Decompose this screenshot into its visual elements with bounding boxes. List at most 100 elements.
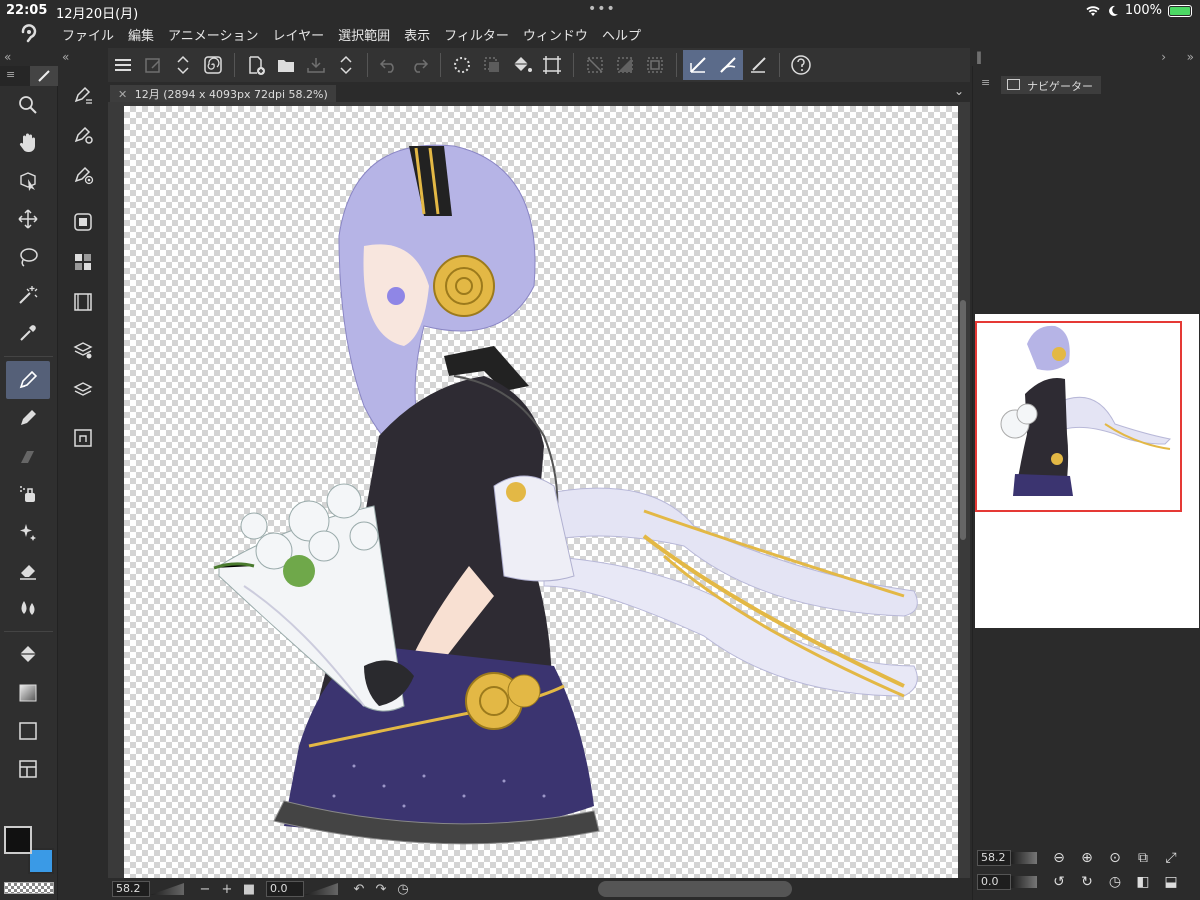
collapse-right-icon[interactable]: › xyxy=(1161,50,1166,64)
up-down-icon[interactable] xyxy=(168,50,198,80)
menu-selection[interactable]: 選択範囲 xyxy=(338,25,400,44)
menu-view[interactable]: 表示 xyxy=(404,25,440,44)
fit-screen-icon[interactable]: ⊙ xyxy=(1101,850,1129,866)
navigator-preview[interactable] xyxy=(975,314,1199,628)
pencil-tool-icon[interactable] xyxy=(6,399,50,437)
collapse-left-icon[interactable]: « xyxy=(4,50,11,64)
clip-studio-icon[interactable] xyxy=(60,418,106,458)
document-tab[interactable]: ✕ 12月 (2894 x 4093px 72dpi 58.2%) xyxy=(110,85,336,102)
zoom-value[interactable]: 58.2 xyxy=(112,881,150,897)
menu-icon[interactable] xyxy=(108,50,138,80)
spiral-icon[interactable] xyxy=(198,50,228,80)
navigator-rotation-value[interactable]: 0.0 xyxy=(977,874,1011,890)
transform-icon[interactable] xyxy=(477,50,507,80)
multitask-dots[interactable]: ••• xyxy=(588,1,616,17)
object-tool-icon[interactable] xyxy=(6,162,50,200)
fit-icon[interactable]: ■ xyxy=(238,882,260,897)
zoom-in-icon[interactable]: ⊕ xyxy=(1073,850,1101,866)
menu-filter[interactable]: フィルター xyxy=(444,25,519,44)
layer-property-icon[interactable] xyxy=(60,202,106,242)
fit-window-icon[interactable]: ⤢ xyxy=(1157,850,1185,866)
gradient-tool-icon[interactable] xyxy=(6,674,50,712)
eyedropper-icon[interactable] xyxy=(6,314,50,352)
navigator-zoom-slider[interactable] xyxy=(1011,852,1037,864)
rotate-right-icon[interactable]: ↻ xyxy=(1073,874,1101,890)
panel-grip-icon[interactable]: ‖ xyxy=(976,50,982,64)
frame-border-icon[interactable] xyxy=(6,750,50,788)
flip-horizontal-icon[interactable]: ◧ xyxy=(1129,874,1157,890)
rotation-value[interactable]: 0.0 xyxy=(266,881,304,897)
layers-icon[interactable] xyxy=(60,370,106,410)
palette-menu-icon[interactable]: ≡ xyxy=(6,68,15,81)
menu-window[interactable]: ウィンドウ xyxy=(523,25,598,44)
invert-selection-icon[interactable] xyxy=(610,50,640,80)
fill-icon[interactable] xyxy=(507,50,537,80)
navigator-rotation-slider[interactable] xyxy=(1011,876,1037,888)
zoom-out-icon[interactable]: − xyxy=(194,882,216,897)
canvas-area[interactable] xyxy=(108,102,970,878)
open-folder-icon[interactable] xyxy=(271,50,301,80)
rotate-right-icon[interactable]: ↷ xyxy=(370,882,392,897)
flip-vertical-icon[interactable]: ⬓ xyxy=(1157,874,1185,890)
pen-settings-icon[interactable] xyxy=(60,74,106,114)
artwork-canvas[interactable] xyxy=(124,106,958,878)
rotate-left-icon[interactable]: ↶ xyxy=(348,882,370,897)
brush-tool-icon[interactable] xyxy=(6,437,50,475)
actual-size-icon[interactable]: ⧉ xyxy=(1129,850,1157,866)
menu-animation[interactable]: アニメーション xyxy=(168,25,268,44)
ruler-curve-icon[interactable] xyxy=(713,50,743,80)
vertical-scrollbar[interactable] xyxy=(960,300,966,540)
menu-layer[interactable]: レイヤー xyxy=(273,25,335,44)
horizontal-scrollbar[interactable] xyxy=(598,881,792,897)
help-icon[interactable] xyxy=(786,50,816,80)
main-color-swatch[interactable] xyxy=(4,826,32,854)
panel-menu-icon[interactable]: ≡ xyxy=(981,76,990,89)
decoration-tool-icon[interactable] xyxy=(6,513,50,551)
navigator-view-frame[interactable] xyxy=(975,321,1182,512)
menu-edit[interactable]: 編集 xyxy=(128,25,164,44)
zoom-in-icon[interactable]: + xyxy=(216,882,238,897)
new-icon[interactable] xyxy=(138,50,168,80)
menu-help[interactable]: ヘルプ xyxy=(602,25,651,44)
chevron-down-icon[interactable]: ⌄ xyxy=(954,84,964,98)
figure-tool-icon[interactable] xyxy=(6,712,50,750)
pen-gear-icon[interactable] xyxy=(60,114,106,154)
rotation-slider[interactable] xyxy=(304,883,338,895)
collapse-sub-icon[interactable]: « xyxy=(62,50,69,64)
select-frame-icon[interactable] xyxy=(640,50,670,80)
airbrush-tool-icon[interactable] xyxy=(6,475,50,513)
navigator-tab[interactable]: ナビゲーター xyxy=(1001,76,1101,94)
new-file-icon[interactable] xyxy=(241,50,271,80)
lasso-tool-icon[interactable] xyxy=(6,238,50,276)
brush-tab-icon[interactable] xyxy=(30,66,58,86)
material-icon[interactable] xyxy=(60,330,106,370)
close-icon[interactable]: ✕ xyxy=(118,88,127,101)
reset-rotation-icon[interactable]: ◷ xyxy=(1101,874,1129,890)
eraser-tool-icon[interactable] xyxy=(6,551,50,589)
zoom-out-icon[interactable]: ⊖ xyxy=(1045,850,1073,866)
rotate-left-icon[interactable]: ↺ xyxy=(1045,874,1073,890)
app-logo-icon[interactable] xyxy=(0,22,58,46)
crop-icon[interactable] xyxy=(537,50,567,80)
loading-icon[interactable] xyxy=(447,50,477,80)
blend-tool-icon[interactable] xyxy=(6,589,50,627)
reset-rotation-icon[interactable]: ◷ xyxy=(392,882,414,897)
pen-target-icon[interactable] xyxy=(60,154,106,194)
ruler-snap-icon[interactable] xyxy=(683,50,713,80)
undo-icon[interactable] xyxy=(374,50,404,80)
magic-wand-icon[interactable] xyxy=(6,276,50,314)
color-set-icon[interactable] xyxy=(60,242,106,282)
navigator-zoom-value[interactable]: 58.2 xyxy=(977,850,1011,866)
move-tool-icon[interactable] xyxy=(6,200,50,238)
hand-tool-icon[interactable] xyxy=(6,124,50,162)
ruler-edit-icon[interactable] xyxy=(743,50,773,80)
fill-tool-icon[interactable] xyxy=(6,636,50,674)
redo-icon[interactable] xyxy=(404,50,434,80)
pen-tool-icon[interactable] xyxy=(6,361,50,399)
expand-right-icon[interactable]: » xyxy=(1187,50,1194,64)
up-down-icon-2[interactable] xyxy=(331,50,361,80)
transparent-color-swatch[interactable] xyxy=(4,882,54,894)
zoom-slider[interactable] xyxy=(150,883,184,895)
zoom-tool-icon[interactable] xyxy=(6,86,50,124)
deselect-icon[interactable] xyxy=(580,50,610,80)
